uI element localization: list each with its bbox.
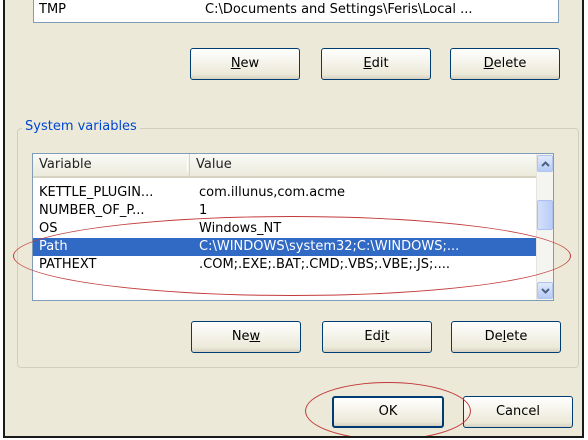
chevron-down-icon	[540, 287, 550, 294]
scroll-thumb[interactable]	[537, 200, 553, 230]
list-item[interactable]: PATHEXT .COM;.EXE;.BAT;.CMD;.VBS;.VBE;.J…	[33, 256, 537, 274]
column-header-value[interactable]: Value	[187, 154, 537, 176]
column-header-variable[interactable]: Variable	[33, 154, 189, 176]
variable-name: PATHEXT	[39, 257, 97, 272]
variable-name: OS	[39, 221, 58, 236]
user-delete-button[interactable]: Delete	[450, 48, 560, 80]
user-variables-list[interactable]: TMP C:\Documents and Settings\Feris\Loca…	[33, 0, 559, 23]
cancel-button[interactable]: Cancel	[463, 396, 573, 428]
environment-variables-dialog: TMP C:\Documents and Settings\Feris\Loca…	[3, 0, 584, 438]
variable-name: KETTLE_PLUGIN...	[39, 185, 154, 200]
system-delete-button[interactable]: Delete	[451, 321, 561, 353]
list-item[interactable]: KETTLE_PLUGIN... com.illunus,com.acme	[33, 184, 537, 202]
variable-value: .COM;.EXE;.BAT;.CMD;.VBS;.VBE;.JS;....	[199, 257, 450, 272]
scroll-up-button[interactable]	[537, 155, 553, 172]
system-edit-button[interactable]: Edit	[322, 321, 432, 353]
variable-value: C:\Documents and Settings\Feris\Local ..…	[205, 2, 473, 17]
variable-name: TMP	[39, 2, 66, 17]
list-item[interactable]: OS Windows_NT	[33, 220, 537, 238]
system-new-button[interactable]: New	[191, 321, 301, 353]
system-variables-list[interactable]: Variable Value KETTLE_PLUGIN... com.illu…	[32, 153, 554, 301]
variable-value: C:\WINDOWS\system32;C:\WINDOWS;...	[199, 239, 460, 254]
variable-value: com.illunus,com.acme	[199, 185, 346, 200]
group-title: System variables	[22, 118, 140, 136]
variable-name: Path	[39, 239, 68, 254]
variable-name: NUMBER_OF_P...	[39, 203, 145, 218]
list-item-selected[interactable]: Path C:\WINDOWS\system32;C:\WINDOWS;...	[33, 238, 537, 256]
list-header: Variable Value	[33, 154, 537, 178]
chevron-up-icon	[540, 160, 550, 167]
list-item[interactable]: NUMBER_OF_P... 1	[33, 202, 537, 220]
variable-value: Windows_NT	[199, 221, 282, 236]
scroll-down-button[interactable]	[537, 282, 553, 299]
system-variables-group: Variable Value KETTLE_PLUGIN... com.illu…	[17, 128, 579, 368]
user-new-button[interactable]: New	[190, 48, 300, 80]
variable-value: 1	[199, 203, 208, 218]
vertical-scrollbar[interactable]	[536, 154, 553, 300]
ok-button[interactable]: OK	[332, 396, 444, 428]
user-edit-button[interactable]: Edit	[321, 48, 431, 80]
